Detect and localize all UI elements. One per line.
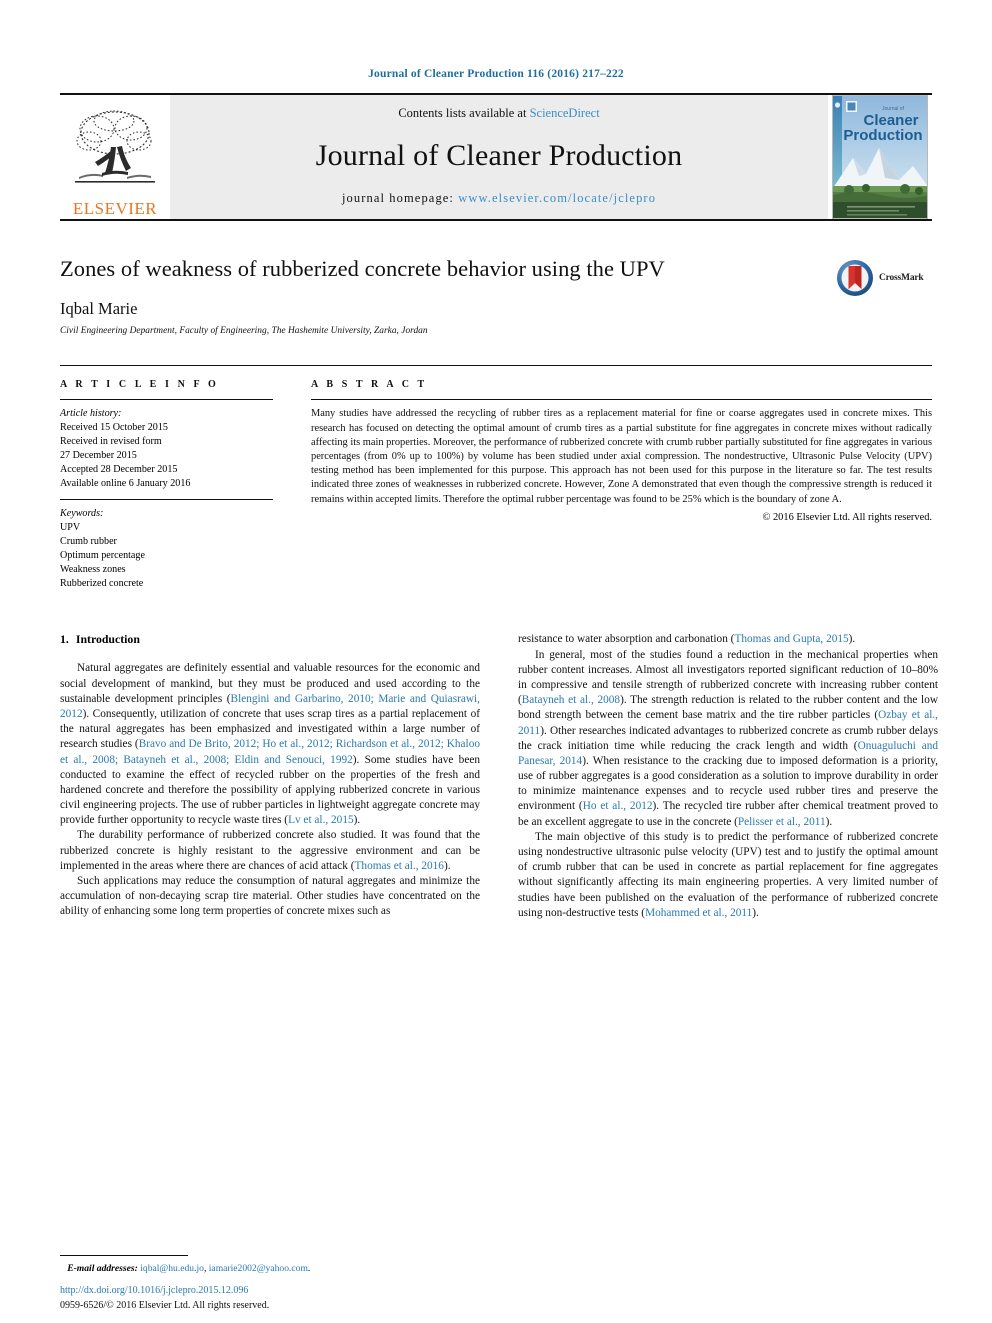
sciencedirect-link[interactable]: ScienceDirect: [530, 106, 600, 120]
citation-link[interactable]: Mohammed et al., 2011: [645, 907, 752, 919]
paper-page: Journal of Cleaner Production 116 (2016)…: [0, 0, 992, 1323]
keywords-group: Keywords: UPV Crumb rubber Optimum perce…: [60, 507, 273, 590]
keyword-item: Crumb rubber: [60, 536, 117, 548]
text-run: ).: [752, 906, 759, 919]
citation-link[interactable]: Ho et al., 2012: [583, 800, 653, 812]
keyword-item: Optimum percentage: [60, 549, 145, 561]
doi-link[interactable]: http://dx.doi.org/10.1016/j.jclepro.2015…: [60, 1284, 490, 1299]
journal-homepage-line: journal homepage: www.elsevier.com/locat…: [342, 191, 656, 206]
author-affiliation: Civil Engineering Department, Faculty of…: [60, 326, 428, 337]
issn-copyright-line: 0959-6526/© 2016 Elsevier Ltd. All right…: [60, 1299, 270, 1311]
homepage-url-link[interactable]: www.elsevier.com/locate/jclepro: [458, 191, 656, 205]
text-run: ).: [443, 859, 451, 872]
email-label: E-mail addresses:: [67, 1262, 138, 1274]
text-run: ).: [848, 633, 856, 646]
paragraph: In general, most of the studies found a …: [518, 648, 938, 830]
journal-cover-thumbnail: Journal of Cleaner Production: [828, 95, 932, 219]
text-run: resistance to water absorption and carbo…: [518, 633, 735, 646]
text-run: The main objective of this study is to p…: [518, 830, 938, 919]
page-title: Zones of weakness of rubberized concrete…: [60, 256, 665, 281]
masthead-center: Contents lists available at ScienceDirec…: [170, 95, 828, 219]
contents-available-line: Contents lists available at ScienceDirec…: [398, 106, 599, 121]
citation-link[interactable]: Pelisser et al., 2011: [738, 816, 826, 828]
email-link-primary[interactable]: iqbal@hu.edu.jo: [140, 1263, 204, 1274]
footnote-block: E-mail addresses: iqbal@hu.edu.jo, iamar…: [60, 1254, 480, 1275]
text-run: ).: [353, 814, 361, 827]
keywords-label: Keywords:: [60, 508, 104, 520]
footnote-rule: [60, 1254, 188, 1256]
doi-block: http://dx.doi.org/10.1016/j.jclepro.2015…: [60, 1284, 490, 1313]
abstract-copyright: © 2016 Elsevier Ltd. All rights reserved…: [762, 511, 933, 523]
history-item: Available online 6 January 2016: [60, 477, 191, 489]
keyword-item: Rubberized concrete: [60, 577, 144, 589]
paragraph: resistance to water absorption and carbo…: [518, 632, 938, 647]
elsevier-wordmark: ELSEVIER: [72, 199, 158, 218]
citation-link[interactable]: Thomas and Gupta, 2015: [734, 633, 848, 645]
journal-masthead: ELSEVIER Contents lists available at Sci…: [60, 93, 932, 221]
elsevier-logo: ELSEVIER: [60, 95, 170, 219]
paragraph: The durability performance of rubberized…: [60, 828, 480, 874]
journal-cover-image: Journal of Cleaner Production: [833, 96, 927, 218]
body-columns: 1. Introduction Natural aggregates are de…: [60, 632, 938, 1132]
article-info-heading: A R T I C L E I N F O: [60, 379, 219, 391]
left-column: 1. Introduction Natural aggregates are de…: [60, 632, 480, 1132]
email-terminator: .: [307, 1262, 311, 1274]
author-name: Iqbal Marie: [60, 299, 138, 319]
abstract-rule: [311, 399, 932, 401]
history-item: Accepted 28 December 2015: [60, 463, 178, 475]
section-number: 1.: [60, 632, 69, 647]
keyword-item: Weakness zones: [60, 563, 126, 575]
article-info-column: A R T I C L E I N F O Article history: R…: [60, 379, 273, 590]
abstract-text: Many studies have addressed the recyclin…: [311, 408, 932, 505]
paragraph: Natural aggregates are definitely essent…: [60, 661, 480, 828]
title-block: Zones of weakness of rubberized concrete…: [60, 255, 932, 336]
section-heading-introduction: 1. Introduction: [60, 632, 480, 647]
text-run: ).: [825, 815, 833, 828]
citation-link[interactable]: Batayneh et al., 2008: [522, 694, 620, 706]
email-link-secondary[interactable]: iamarie2002@yahoo.com: [209, 1263, 308, 1274]
history-item: Received in revised form: [60, 436, 162, 448]
homepage-prefix: journal homepage:: [341, 191, 459, 205]
keywords-rule: [60, 499, 273, 501]
journal-title: Journal of Cleaner Production: [315, 139, 683, 172]
running-head: Journal of Cleaner Production 116 (2016)…: [368, 68, 624, 80]
section-title: Introduction: [75, 632, 140, 647]
paragraph: The main objective of this study is to p…: [518, 830, 938, 921]
abstract-heading: A B S T R A C T: [311, 379, 428, 391]
contents-prefix: Contents lists available at: [398, 106, 530, 120]
crossmark-badge[interactable]: CrossMark: [836, 257, 932, 299]
article-history-label: Article history:: [60, 408, 122, 420]
crossmark-label: CrossMark: [879, 273, 924, 283]
citation-link[interactable]: Lv et al., 2015: [288, 814, 354, 826]
abstract-column: A B S T R A C T Many studies have addres…: [311, 379, 932, 590]
right-column: resistance to water absorption and carbo…: [518, 632, 938, 1132]
paragraph: Such applications may reduce the consump…: [60, 875, 480, 918]
elsevier-tree-icon: [75, 110, 155, 183]
article-history-group: Article history: Received 15 October 201…: [60, 407, 273, 490]
history-item: 27 December 2015: [60, 449, 137, 461]
keyword-item: UPV: [60, 522, 81, 534]
svg-text:Production: Production: [843, 127, 922, 144]
citation-link[interactable]: Thomas et al., 2016: [355, 860, 444, 872]
article-info-rule: [60, 399, 273, 401]
email-addresses-line: E-mail addresses: iqbal@hu.edu.jo, iamar…: [60, 1262, 480, 1275]
history-item: Received 15 October 2015: [60, 422, 168, 434]
info-abstract-section: A R T I C L E I N F O Article history: R…: [60, 365, 932, 590]
crossmark-icon: [836, 259, 874, 297]
